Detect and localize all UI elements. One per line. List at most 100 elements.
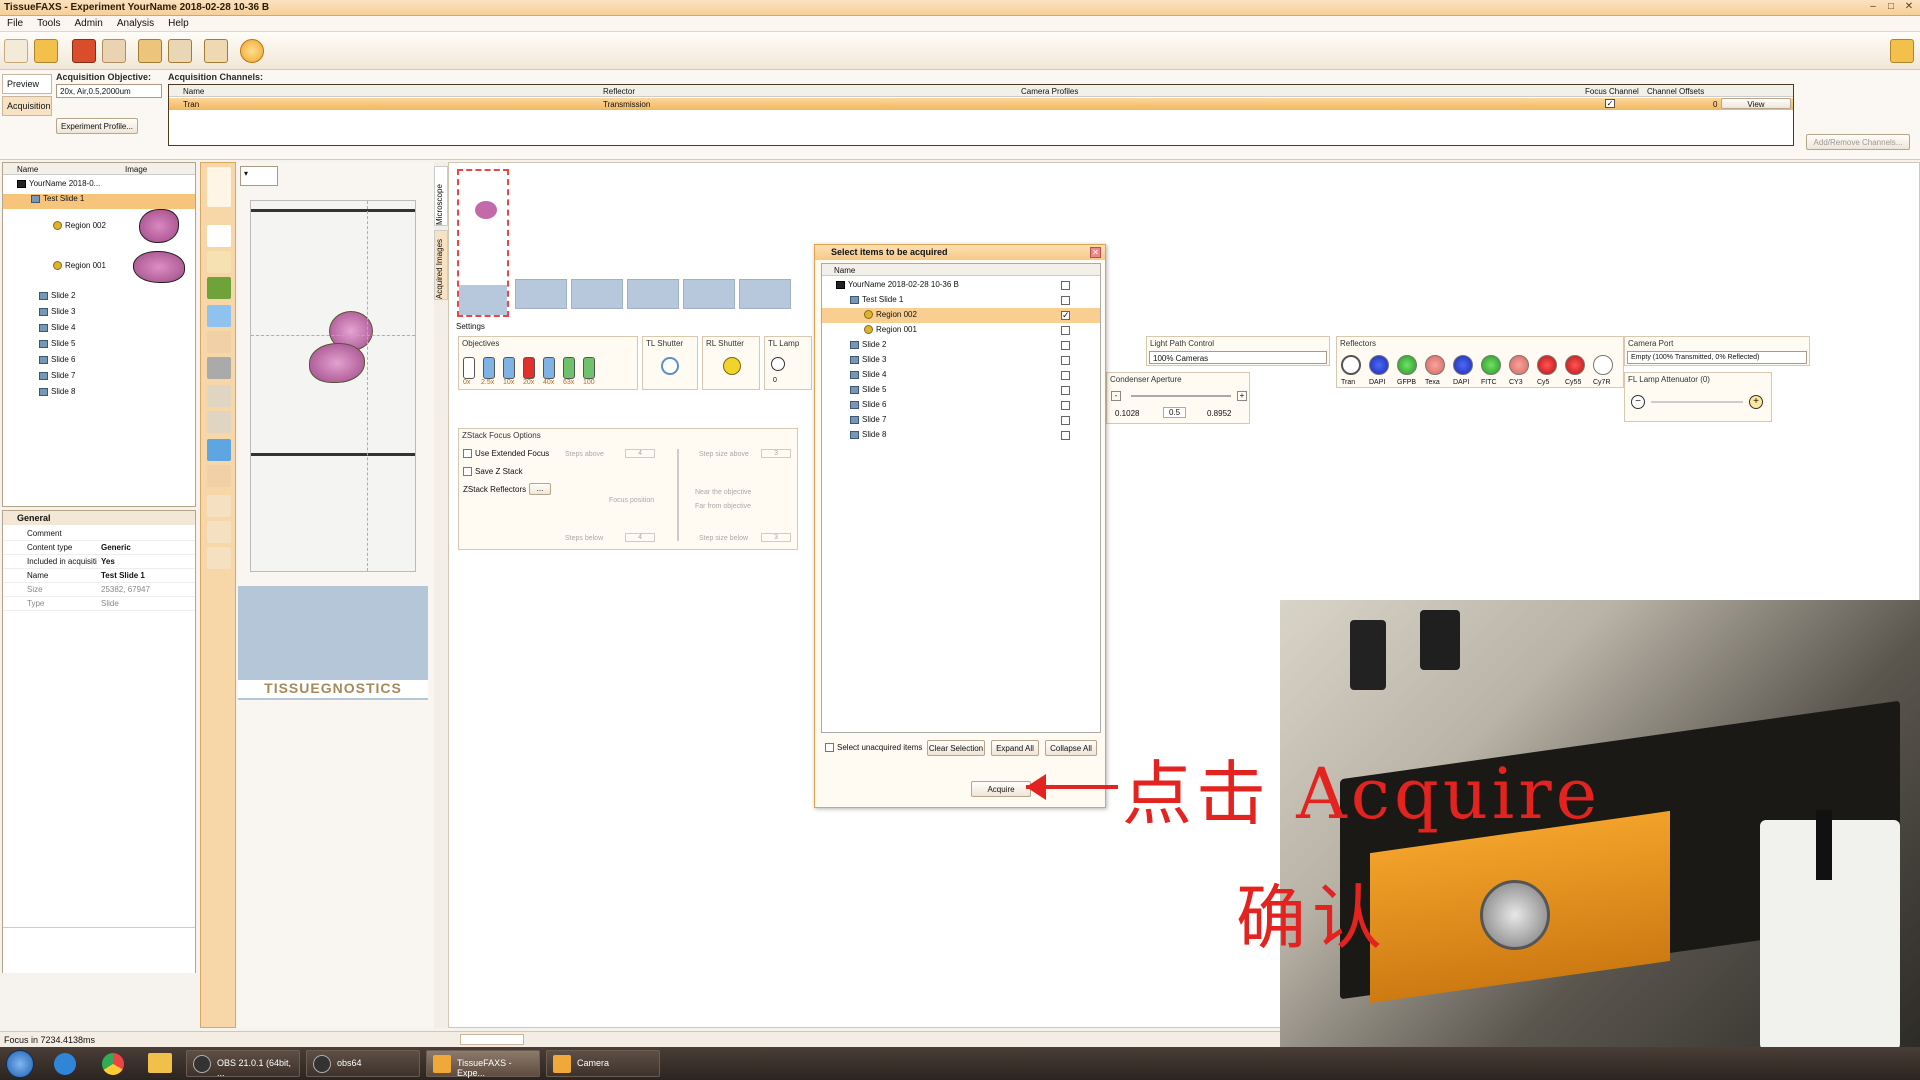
ie-icon[interactable] (54, 1053, 76, 1075)
zoom-icon[interactable] (207, 547, 231, 569)
use-extended-focus-checkbox[interactable]: Use Extended Focus (463, 449, 549, 459)
objective-20x-icon[interactable] (523, 357, 535, 379)
new-icon[interactable] (4, 39, 28, 63)
task-obs[interactable]: OBS 21.0.1 (64bit, ... (186, 1050, 300, 1078)
folder-icon[interactable] (1890, 39, 1914, 63)
explorer-icon[interactable] (148, 1053, 172, 1073)
steps-above-input[interactable]: 4 (625, 449, 655, 458)
item-checkbox[interactable] (1061, 386, 1070, 395)
objective-select[interactable]: 20x, Air,0.5,2000um (56, 84, 162, 98)
reflector-cy3-icon[interactable] (1509, 355, 1529, 375)
menu-analysis[interactable]: Analysis (110, 16, 161, 31)
image-icon[interactable] (207, 357, 231, 379)
tree-item[interactable]: Slide 3 (3, 307, 75, 322)
report-icon[interactable] (204, 39, 228, 63)
objective-2.5x-icon[interactable] (483, 357, 495, 379)
dialog-close-icon[interactable]: ✕ (1090, 247, 1101, 258)
property-row[interactable]: Included in acquisiti Yes (3, 555, 195, 569)
close-experiment-icon[interactable] (102, 39, 126, 63)
tree-item[interactable]: Slide 8 (3, 387, 75, 402)
tl-lamp-minus-icon[interactable] (771, 357, 785, 371)
menu-tools[interactable]: Tools (30, 16, 67, 31)
fl-lamp-plus-icon[interactable]: + (1749, 395, 1763, 409)
menu-file[interactable]: File (0, 16, 30, 31)
list-item[interactable]: YourName 2018-02-28 10-36 B (822, 278, 1100, 293)
light-path-select[interactable]: 100% Cameras (1149, 351, 1327, 364)
reflector-cy7r-icon[interactable] (1593, 355, 1613, 375)
tree-item[interactable]: Region 002 (3, 221, 106, 236)
list-item[interactable]: Slide 5 (822, 383, 1100, 398)
tab-acquired-images[interactable]: Acquired Images (434, 230, 448, 300)
slide-image[interactable] (250, 200, 416, 572)
maximize-icon[interactable]: □ (1884, 1, 1898, 13)
print-icon[interactable] (138, 39, 162, 63)
list-item[interactable]: Slide 2 (822, 338, 1100, 353)
slide-thumbnail[interactable] (627, 279, 679, 309)
slide-thumbnail[interactable] (739, 279, 791, 309)
channel-offset[interactable]: 0 (1713, 100, 1717, 109)
reflector-cy5-icon[interactable] (1537, 355, 1557, 375)
list-item[interactable]: Slide 8 (822, 428, 1100, 443)
step-size-below-input[interactable]: 3 (761, 533, 791, 542)
focus-channel-checkbox[interactable]: ✓ (1605, 99, 1615, 108)
real-size-icon[interactable] (207, 411, 231, 433)
stage-icon[interactable] (207, 277, 231, 299)
reflector-tran-icon[interactable] (1341, 355, 1361, 375)
tree-item[interactable]: Slide 2 (3, 291, 75, 306)
tree-item[interactable]: Region 001 (3, 261, 106, 276)
task-camera[interactable]: Camera (546, 1050, 660, 1077)
clear-selection-button[interactable]: Clear Selection (927, 740, 985, 756)
marker-icon[interactable] (207, 331, 231, 353)
list-item[interactable]: Slide 6 (822, 398, 1100, 413)
objective-40x-icon[interactable] (543, 357, 555, 379)
item-checkbox[interactable] (1061, 356, 1070, 365)
item-checkbox-checked[interactable]: ✓ (1061, 311, 1070, 320)
tl-shutter-icon[interactable] (661, 357, 679, 375)
condenser-plus-button[interactable]: + (1237, 391, 1247, 401)
task-tissuefaxs[interactable]: TissueFAXS - Expe... (426, 1050, 540, 1078)
view-button[interactable]: View (1721, 98, 1791, 109)
acquired-thumbnail-selected[interactable] (457, 169, 509, 317)
tree-item-selected[interactable]: Test Slide 1 (3, 194, 195, 209)
ruler-icon[interactable] (207, 439, 231, 461)
condenser-value[interactable]: 0.5 (1163, 407, 1187, 418)
item-checkbox[interactable] (1061, 416, 1070, 425)
task-obs64[interactable]: obs64 (306, 1050, 420, 1077)
save-z-stack-checkbox[interactable]: Save Z Stack (463, 467, 523, 477)
slide-thumbnail[interactable] (571, 279, 623, 309)
list-item[interactable]: Region 001 (822, 323, 1100, 338)
condenser-minus-button[interactable]: - (1111, 391, 1121, 401)
objective-10x-icon[interactable] (503, 357, 515, 379)
focus-icon[interactable] (207, 305, 231, 327)
fl-lamp-slider[interactable] (1651, 401, 1743, 403)
close-icon[interactable]: ✕ (1902, 1, 1916, 13)
item-checkbox[interactable] (1061, 371, 1070, 380)
item-checkbox[interactable] (1061, 296, 1070, 305)
property-row[interactable]: Name Test Slide 1 (3, 569, 195, 583)
focus-slider[interactable] (677, 449, 679, 541)
rl-shutter-icon[interactable] (723, 357, 741, 375)
item-checkbox[interactable] (1061, 401, 1070, 410)
tab-preview[interactable]: Preview (2, 74, 52, 94)
tissue-region-001[interactable] (309, 343, 365, 383)
layout-icon[interactable] (207, 465, 231, 487)
add-remove-channels-button[interactable]: Add/Remove Channels... (1806, 134, 1910, 150)
list-item-selected[interactable]: Region 002 ✓ (822, 308, 1100, 323)
acquire-button[interactable]: Acquire (971, 781, 1031, 797)
property-row[interactable]: Comment (3, 527, 195, 541)
property-row[interactable]: Type Slide (3, 597, 195, 611)
g-icon[interactable] (207, 521, 231, 543)
property-row[interactable]: Size 25382, 67947 (3, 583, 195, 597)
item-checkbox[interactable] (1061, 281, 1070, 290)
tree-item[interactable]: Slide 6 (3, 355, 75, 370)
viewer-mode-select[interactable]: ▾ (240, 166, 278, 186)
camera-port-select[interactable]: Empty (100% Transmitted, 0% Reflected) (1627, 351, 1807, 364)
select-unacquired-checkbox[interactable]: Select unacquired items (825, 743, 922, 753)
printer-setup-icon[interactable] (168, 39, 192, 63)
fl-lamp-minus-icon[interactable]: − (1631, 395, 1645, 409)
reflector-dapi-icon[interactable] (1369, 355, 1389, 375)
objective-63x-icon[interactable] (563, 357, 575, 379)
tree-item[interactable]: YourName 2018-0... (3, 179, 100, 194)
scan-icon[interactable] (207, 225, 231, 247)
tree-item[interactable]: Slide 4 (3, 323, 75, 338)
